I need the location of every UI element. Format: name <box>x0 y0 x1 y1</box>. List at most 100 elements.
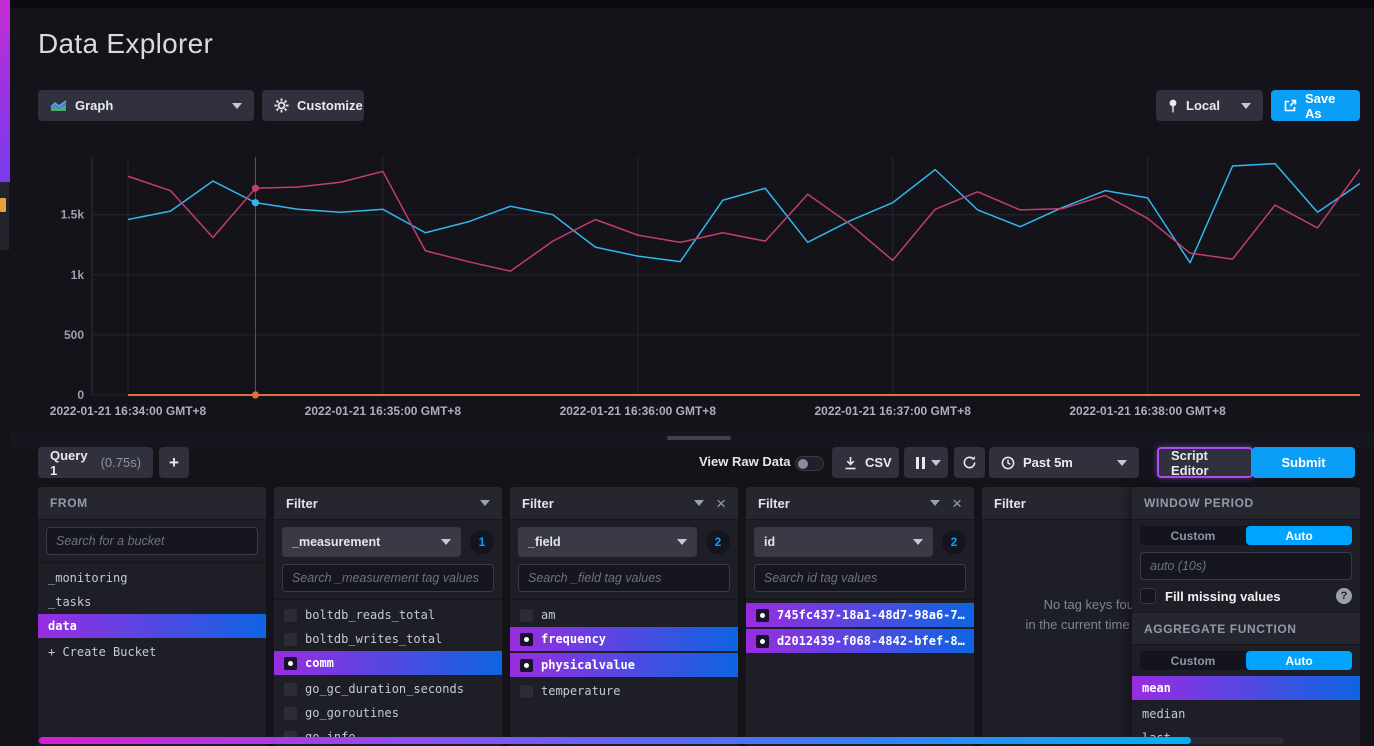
filter-panel-measurement: Filter _measurement 1 boltdb_reads_total… <box>274 487 502 746</box>
pause-dropdown-button[interactable] <box>904 447 948 478</box>
view-raw-data-toggle[interactable] <box>795 456 824 471</box>
chevron-down-icon[interactable] <box>930 500 940 506</box>
save-as-label: Save As <box>1305 91 1348 121</box>
tag-search-row <box>510 557 738 600</box>
filter-panel-header: Filter <box>274 487 502 520</box>
bucket-item-selected[interactable]: data <box>38 614 266 638</box>
tag-value-label: boltdb_writes_total <box>305 632 442 646</box>
aggregate-custom-option[interactable]: Custom <box>1140 651 1246 670</box>
y-axis-tick-label: 500 <box>64 328 84 342</box>
refresh-button[interactable] <box>954 447 985 478</box>
tag-value-label: temperature <box>541 684 620 698</box>
nav-notification-sliver <box>0 198 6 212</box>
x-axis-tick-label: 2022-01-21 16:36:00 GMT+8 <box>560 404 717 418</box>
tag-key-dropdown[interactable]: id <box>754 527 933 557</box>
window-custom-option[interactable]: Custom <box>1140 526 1246 545</box>
filter-panel-id: Filter × id 2 745fc437-18a1-48d7-98a6-7…… <box>746 487 974 746</box>
viz-type-dropdown[interactable]: Graph <box>38 90 254 121</box>
tag-value-label: am <box>541 608 555 622</box>
submit-button[interactable]: Submit <box>1252 447 1355 478</box>
window-period-input[interactable] <box>1140 552 1352 580</box>
tag-value-item-selected[interactable]: physicalvalue <box>510 653 738 677</box>
csv-download-button[interactable]: CSV <box>832 447 899 478</box>
aggregate-auto-option[interactable]: Auto <box>1246 651 1352 670</box>
tag-value-item[interactable]: temperature <box>510 679 738 703</box>
bucket-item[interactable]: _tasks <box>38 590 266 614</box>
series-orange-hover-dot <box>252 391 259 398</box>
script-editor-label: Script Editor <box>1171 448 1239 478</box>
tag-key-dropdown[interactable]: _field <box>518 527 697 557</box>
bucket-search-input[interactable] <box>46 527 258 555</box>
aggregate-function-item-selected[interactable]: mean <box>1132 676 1360 700</box>
aggregate-function-item[interactable]: median <box>1132 702 1360 726</box>
chevron-down-icon[interactable] <box>480 500 490 506</box>
viz-type-label: Graph <box>75 98 113 113</box>
chevron-down-icon <box>677 539 687 545</box>
checkbox <box>284 707 297 720</box>
submit-label: Submit <box>1281 455 1325 470</box>
tag-value-list: boltdb_reads_total boltdb_writes_total c… <box>274 600 502 746</box>
time-range-label: Past 5m <box>1023 455 1073 470</box>
add-query-button[interactable]: + <box>159 447 189 478</box>
fill-missing-values-checkbox[interactable] <box>1140 588 1156 604</box>
tag-value-item[interactable]: boltdb_writes_total <box>274 627 502 651</box>
chevron-down-icon[interactable] <box>694 500 704 506</box>
horizontal-scrollbar-track[interactable] <box>38 737 1284 744</box>
tag-value-list: am frequency physicalvalue temperature <box>510 600 738 703</box>
data-explorer-page: Data Explorer Graph Customize <box>0 0 1374 746</box>
save-as-button[interactable]: Save As <box>1271 90 1360 121</box>
graph-chart-icon <box>50 99 67 112</box>
from-bucket-panel: FROM _monitoring _tasks data + Create Bu… <box>38 487 266 746</box>
help-icon[interactable]: ? <box>1336 588 1352 604</box>
tag-value-label: frequency <box>541 632 606 646</box>
checkbox <box>520 609 533 622</box>
create-bucket-button[interactable]: + Create Bucket <box>38 640 266 664</box>
tag-value-item[interactable]: go_gc_duration_seconds <box>274 677 502 701</box>
close-icon[interactable]: × <box>952 495 962 512</box>
close-icon[interactable]: × <box>716 495 726 512</box>
checkbox <box>284 633 297 646</box>
tag-value-item-selected[interactable]: comm <box>274 651 502 675</box>
scope-dropdown[interactable]: Local <box>1156 90 1263 121</box>
tag-value-item[interactable]: go_goroutines <box>274 701 502 725</box>
tag-value-item-selected[interactable]: 745fc437-18a1-48d7-98a6-7… <box>746 603 974 627</box>
tag-value-search-input[interactable] <box>754 564 966 592</box>
window-auto-option[interactable]: Auto <box>1246 526 1352 545</box>
refresh-icon <box>962 455 977 470</box>
nav-sidebar-edge[interactable] <box>0 0 10 182</box>
filter-panel-field: Filter × _field 2 am frequency physicalv… <box>510 487 738 746</box>
tag-value-search-input[interactable] <box>282 564 494 592</box>
tag-value-item-selected[interactable]: frequency <box>510 627 738 651</box>
graph-resize-handle[interactable] <box>667 436 731 440</box>
tag-search-row <box>274 557 502 600</box>
chevron-down-icon <box>1241 103 1251 109</box>
tag-key-dropdown[interactable]: _measurement <box>282 527 461 557</box>
filter-panel-header: Filter × <box>746 487 974 520</box>
page-title: Data Explorer <box>38 28 213 60</box>
chevron-down-icon <box>931 460 941 466</box>
query-tab-label: Query 1 <box>50 448 88 478</box>
aggregate-function-header: AGGREGATE FUNCTION <box>1132 612 1360 645</box>
tag-value-label: d2012439-f068-4842-bfef-8… <box>777 634 965 648</box>
bucket-label: data <box>48 619 77 633</box>
tag-value-item[interactable]: am <box>510 603 738 627</box>
query-tab[interactable]: Query 1 (0.75s) <box>38 447 153 478</box>
checkbox <box>284 609 297 622</box>
time-range-dropdown[interactable]: Past 5m <box>989 447 1139 478</box>
x-axis-tick-label: 2022-01-21 16:38:00 GMT+8 <box>1069 404 1226 418</box>
bucket-item[interactable]: _monitoring <box>38 566 266 590</box>
script-editor-button[interactable]: Script Editor <box>1157 447 1253 478</box>
from-panel-header: FROM <box>38 487 266 520</box>
aggregate-function-label: mean <box>1142 681 1171 695</box>
selected-count-badge: 1 <box>470 530 494 554</box>
tag-value-item[interactable]: boltdb_reads_total <box>274 603 502 627</box>
tag-value-label: 745fc437-18a1-48d7-98a6-7… <box>777 608 965 622</box>
time-series-chart[interactable]: 05001k1.5k2022-01-21 16:34:00 GMT+82022-… <box>38 140 1364 430</box>
horizontal-scrollbar-thumb[interactable] <box>39 737 1191 744</box>
tag-key-row: _measurement 1 <box>274 520 502 557</box>
customize-button[interactable]: Customize <box>262 90 364 121</box>
tag-value-item-selected[interactable]: d2012439-f068-4842-bfef-8… <box>746 629 974 653</box>
tag-value-search-input[interactable] <box>518 564 730 592</box>
tag-value-label: go_gc_duration_seconds <box>305 682 464 696</box>
tag-value-list: 745fc437-18a1-48d7-98a6-7… d2012439-f068… <box>746 600 974 653</box>
